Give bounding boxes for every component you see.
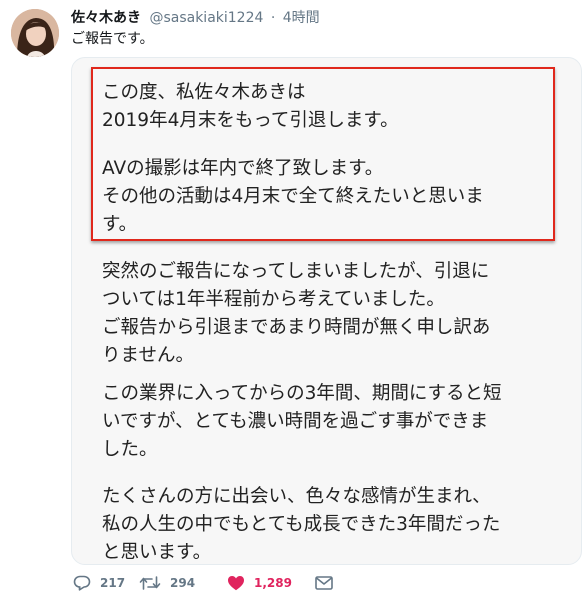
image-text-line: りません。 [102, 345, 194, 366]
direct-message-button[interactable] [315, 576, 333, 590]
image-text-line: ご報告から引退まであまり時間が無く申し訳あ [102, 317, 491, 338]
image-text-line: 私の人生の中でもとても成長できた3年間だった [102, 514, 501, 535]
tweet[interactable]: 佐々木あき @sasakiaki1224 · 4時間 ご報告です。 この度、私佐… [0, 0, 585, 600]
image-paragraph-3: 突然のご報告になってしまいましたが、引退に ついては1年半程前から考えていました… [102, 258, 490, 370]
tweet-header: 佐々木あき @sasakiaki1224 · 4時間 [71, 8, 320, 28]
separator-dot: · [270, 10, 276, 26]
tweet-text: ご報告です。 [71, 31, 154, 47]
user-handle[interactable]: @sasakiaki1224 [149, 10, 263, 26]
heart-icon [228, 576, 244, 591]
image-paragraph-2: AVの撮影は年内で終了致します。 その他の活動は4月末で全て終えたいと思いま す… [102, 155, 484, 239]
image-text-line: と思います。 [102, 542, 212, 563]
like-count: 1,289 [254, 576, 292, 590]
image-text-line: 2019年4月末をもって引退します。 [102, 110, 399, 131]
timestamp[interactable]: 4時間 [283, 10, 320, 26]
image-text-line: この度、私佐々木あきは [102, 82, 306, 103]
image-text-line: す。 [102, 214, 138, 235]
reply-button[interactable]: 217 [73, 575, 131, 591]
image-text-line: この業界に入ってからの3年間、期間にすると短 [102, 383, 502, 404]
display-name[interactable]: 佐々木あき [71, 10, 141, 26]
retweet-button[interactable]: 294 [139, 575, 219, 591]
avatar-photo [11, 9, 59, 57]
image-text-line: した。 [102, 439, 158, 460]
image-paragraph-1: この度、私佐々木あきは 2019年4月末をもって引退します。 [102, 79, 399, 135]
reply-icon [73, 575, 91, 591]
image-text-line: たくさんの方に出会い、色々な感情が生まれ、 [102, 486, 491, 507]
like-button[interactable]: 1,289 [227, 575, 309, 591]
reply-count: 217 [100, 576, 126, 590]
envelope-icon [315, 576, 333, 590]
tweet-actions: 217 294 1,289 [73, 573, 333, 593]
image-text-line: 突然のご報告になってしまいましたが、引退に [102, 261, 490, 282]
attached-image[interactable]: この度、私佐々木あきは 2019年4月末をもって引退します。 AVの撮影は年内で… [71, 57, 582, 565]
retweet-count: 294 [170, 576, 196, 590]
image-text-line: ついては1年半程前から考えていました。 [102, 289, 445, 310]
retweet-icon [139, 576, 161, 590]
image-text-line: その他の活動は4月末で全て終えたいと思いま [102, 186, 484, 207]
image-paragraph-4: この業界に入ってからの3年間、期間にすると短 いですが、とても濃い時間を過ごす事… [102, 380, 502, 464]
avatar[interactable] [11, 9, 59, 57]
image-text-line: AVの撮影は年内で終了致します。 [102, 158, 384, 179]
image-paragraph-5: たくさんの方に出会い、色々な感情が生まれ、 私の人生の中でもとても成長できた3年… [102, 483, 501, 564]
image-text-line: いですが、とても濃い時間を過ごす事ができま [102, 411, 489, 432]
